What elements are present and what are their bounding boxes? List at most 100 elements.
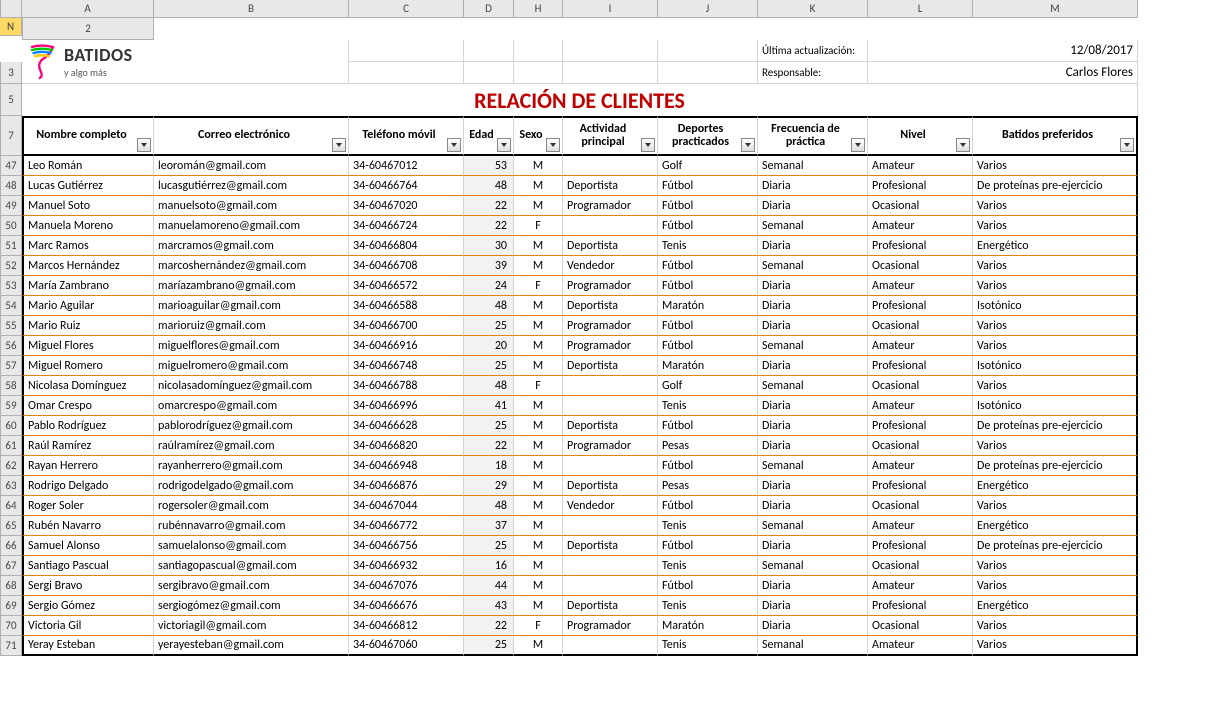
table-cell[interactable]: Tenis: [658, 556, 758, 576]
table-cell[interactable]: Deportista: [563, 476, 658, 496]
table-cell[interactable]: [563, 456, 658, 476]
table-cell[interactable]: M: [514, 336, 563, 356]
table-cell[interactable]: Profesional: [868, 176, 973, 196]
table-cell[interactable]: 34-60466628: [349, 416, 464, 436]
table-cell[interactable]: Tenis: [658, 596, 758, 616]
table-cell[interactable]: F: [514, 376, 563, 396]
table-header[interactable]: Edad: [464, 116, 514, 156]
table-cell[interactable]: Diaria: [758, 416, 868, 436]
table-cell[interactable]: 34-60466708: [349, 256, 464, 276]
table-cell[interactable]: Amateur: [868, 216, 973, 236]
table-cell[interactable]: Fútbol: [658, 176, 758, 196]
table-cell[interactable]: Tenis: [658, 236, 758, 256]
table-cell[interactable]: 48: [464, 296, 514, 316]
table-cell[interactable]: Semanal: [758, 456, 868, 476]
table-cell[interactable]: Rubén Navarro: [22, 516, 154, 536]
table-cell[interactable]: M: [514, 416, 563, 436]
table-cell[interactable]: miguelflores@gmail.com: [154, 336, 349, 356]
table-cell[interactable]: Ocasional: [868, 256, 973, 276]
table-cell[interactable]: Pesas: [658, 436, 758, 456]
table-cell[interactable]: M: [514, 636, 563, 656]
table-header[interactable]: Nivel: [868, 116, 973, 156]
table-cell[interactable]: Diaria: [758, 316, 868, 336]
table-header[interactable]: Sexo: [514, 116, 563, 156]
row-header[interactable]: 49: [0, 196, 22, 216]
table-cell[interactable]: Profesional: [868, 476, 973, 496]
table-cell[interactable]: Profesional: [868, 596, 973, 616]
table-cell[interactable]: rogersoler@gmail.com: [154, 496, 349, 516]
table-cell[interactable]: Semanal: [758, 636, 868, 656]
table-cell[interactable]: 25: [464, 416, 514, 436]
table-cell[interactable]: Varios: [973, 276, 1138, 296]
row-header[interactable]: 7: [0, 116, 22, 156]
row-header[interactable]: 65: [0, 516, 22, 536]
table-cell[interactable]: Semanal: [758, 156, 868, 176]
table-cell[interactable]: Lucas Gutiérrez: [22, 176, 154, 196]
table-cell[interactable]: Semanal: [758, 256, 868, 276]
table-cell[interactable]: 37: [464, 516, 514, 536]
table-cell[interactable]: Leo Román: [22, 156, 154, 176]
table-cell[interactable]: Ocasional: [868, 436, 973, 456]
column-header-M[interactable]: M: [973, 0, 1138, 18]
table-cell[interactable]: Omar Crespo: [22, 396, 154, 416]
table-cell[interactable]: [563, 636, 658, 656]
row-header[interactable]: 59: [0, 396, 22, 416]
table-cell[interactable]: Vendedor: [563, 256, 658, 276]
filter-dropdown-icon[interactable]: [497, 138, 511, 152]
table-cell[interactable]: Diaria: [758, 276, 868, 296]
row-header[interactable]: 54: [0, 296, 22, 316]
table-cell[interactable]: [563, 576, 658, 596]
column-header-N[interactable]: N: [0, 18, 22, 36]
filter-dropdown-icon[interactable]: [741, 138, 755, 152]
table-cell[interactable]: 39: [464, 256, 514, 276]
table-cell[interactable]: Sergi Bravo: [22, 576, 154, 596]
table-cell[interactable]: Pablo Rodríguez: [22, 416, 154, 436]
table-cell[interactable]: Diaria: [758, 176, 868, 196]
row-header[interactable]: 66: [0, 536, 22, 556]
table-cell[interactable]: [563, 216, 658, 236]
table-cell[interactable]: 22: [464, 216, 514, 236]
table-cell[interactable]: samuelalonso@gmail.com: [154, 536, 349, 556]
row-header[interactable]: 51: [0, 236, 22, 256]
table-cell[interactable]: 34-60466700: [349, 316, 464, 336]
table-cell[interactable]: Varios: [973, 436, 1138, 456]
row-header[interactable]: 50: [0, 216, 22, 236]
table-cell[interactable]: Profesional: [868, 356, 973, 376]
table-cell[interactable]: marioruiz@gmail.com: [154, 316, 349, 336]
table-cell[interactable]: Amateur: [868, 156, 973, 176]
table-cell[interactable]: M: [514, 496, 563, 516]
row-header[interactable]: 63: [0, 476, 22, 496]
table-cell[interactable]: Deportista: [563, 596, 658, 616]
table-cell[interactable]: nicolasadomínguez@gmail.com: [154, 376, 349, 396]
table-cell[interactable]: 53: [464, 156, 514, 176]
filter-dropdown-icon[interactable]: [546, 138, 560, 152]
row-header[interactable]: 70: [0, 616, 22, 636]
table-cell[interactable]: 22: [464, 436, 514, 456]
table-cell[interactable]: rayanherrero@gmail.com: [154, 456, 349, 476]
table-cell[interactable]: Pesas: [658, 476, 758, 496]
table-cell[interactable]: 41: [464, 396, 514, 416]
table-cell[interactable]: Ocasional: [868, 616, 973, 636]
table-cell[interactable]: María Zambrano: [22, 276, 154, 296]
column-header-A[interactable]: A: [22, 0, 154, 18]
table-cell[interactable]: Diaria: [758, 236, 868, 256]
row-header[interactable]: 62: [0, 456, 22, 476]
table-cell[interactable]: Ocasional: [868, 316, 973, 336]
table-cell[interactable]: Roger Soler: [22, 496, 154, 516]
table-cell[interactable]: Profesional: [868, 296, 973, 316]
filter-dropdown-icon[interactable]: [641, 138, 655, 152]
table-cell[interactable]: Varios: [973, 376, 1138, 396]
table-cell[interactable]: sergiogómez@gmail.com: [154, 596, 349, 616]
table-cell[interactable]: Golf: [658, 156, 758, 176]
table-cell[interactable]: [563, 156, 658, 176]
table-cell[interactable]: omarcrespo@gmail.com: [154, 396, 349, 416]
table-cell[interactable]: [563, 396, 658, 416]
row-header[interactable]: 71: [0, 636, 22, 656]
table-cell[interactable]: marcoshernández@gmail.com: [154, 256, 349, 276]
table-cell[interactable]: 34-60466756: [349, 536, 464, 556]
table-cell[interactable]: Varios: [973, 616, 1138, 636]
table-cell[interactable]: 34-60466764: [349, 176, 464, 196]
row-header[interactable]: 60: [0, 416, 22, 436]
table-cell[interactable]: 25: [464, 316, 514, 336]
table-cell[interactable]: Miguel Flores: [22, 336, 154, 356]
